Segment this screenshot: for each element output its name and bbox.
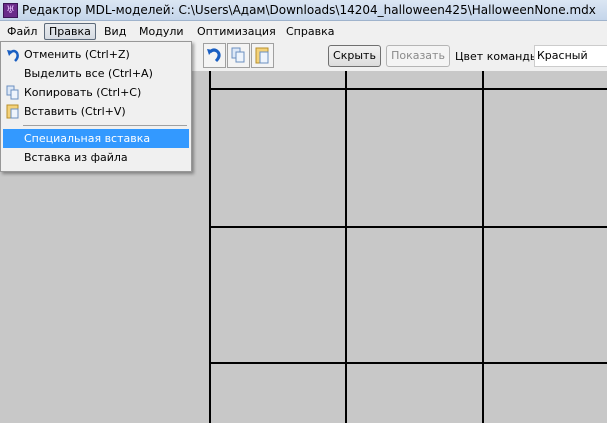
menu-separator (23, 125, 187, 126)
paste-button[interactable] (251, 43, 274, 68)
menu-optimization[interactable]: Оптимизация (192, 23, 281, 40)
menu-item-label: Вставить (Ctrl+V) (24, 105, 126, 118)
grid-line (209, 226, 607, 228)
menu-bar: Файл Правка Вид Модули Оптимизация Справ… (0, 21, 607, 41)
copy-button[interactable] (227, 43, 250, 68)
copy-icon (231, 47, 245, 63)
grid-line (209, 362, 607, 364)
menu-item-paste[interactable]: Вставить (Ctrl+V) (3, 102, 189, 121)
paste-icon (255, 47, 269, 64)
grid-line (209, 71, 211, 423)
edit-menu-dropdown: Отменить (Ctrl+Z) Выделить все (Ctrl+A) … (0, 41, 192, 172)
menu-item-label: Вставка из файла (24, 151, 128, 164)
hide-button[interactable]: Скрыть (328, 45, 381, 67)
menu-item-label: Копировать (Ctrl+C) (24, 86, 142, 99)
menu-item-select-all[interactable]: Выделить все (Ctrl+A) (3, 64, 189, 83)
menu-item-paste-special[interactable]: Специальная вставка (3, 129, 189, 148)
menu-item-label: Специальная вставка (24, 132, 151, 145)
menu-item-undo[interactable]: Отменить (Ctrl+Z) (3, 45, 189, 64)
menu-modules[interactable]: Модули (134, 23, 189, 40)
menu-view[interactable]: Вид (99, 23, 131, 40)
undo-icon (207, 48, 221, 63)
team-color-select[interactable]: Красный (534, 45, 607, 67)
app-icon: ♅ (3, 3, 18, 18)
menu-help[interactable]: Справка (281, 23, 339, 40)
grid-line (209, 88, 607, 90)
title-bar: ♅ Редактор MDL-моделей: C:\Users\Адам\Do… (0, 0, 607, 21)
copy-icon (6, 85, 19, 100)
menu-item-label: Отменить (Ctrl+Z) (24, 48, 130, 61)
paste-icon (6, 104, 19, 119)
grid-line (345, 71, 347, 423)
menu-item-paste-from-file[interactable]: Вставка из файла (3, 148, 189, 167)
menu-item-copy[interactable]: Копировать (Ctrl+C) (3, 83, 189, 102)
menu-file[interactable]: Файл (2, 23, 42, 40)
menu-edit[interactable]: Правка (44, 23, 96, 40)
window-title: Редактор MDL-моделей: C:\Users\Адам\Down… (22, 3, 596, 17)
team-color-label: Цвет команды: (455, 50, 543, 63)
undo-icon (7, 49, 19, 62)
undo-button[interactable] (203, 43, 226, 68)
show-button[interactable]: Показать (386, 45, 450, 67)
menu-item-label: Выделить все (Ctrl+A) (24, 67, 153, 80)
grid-line (482, 71, 484, 423)
